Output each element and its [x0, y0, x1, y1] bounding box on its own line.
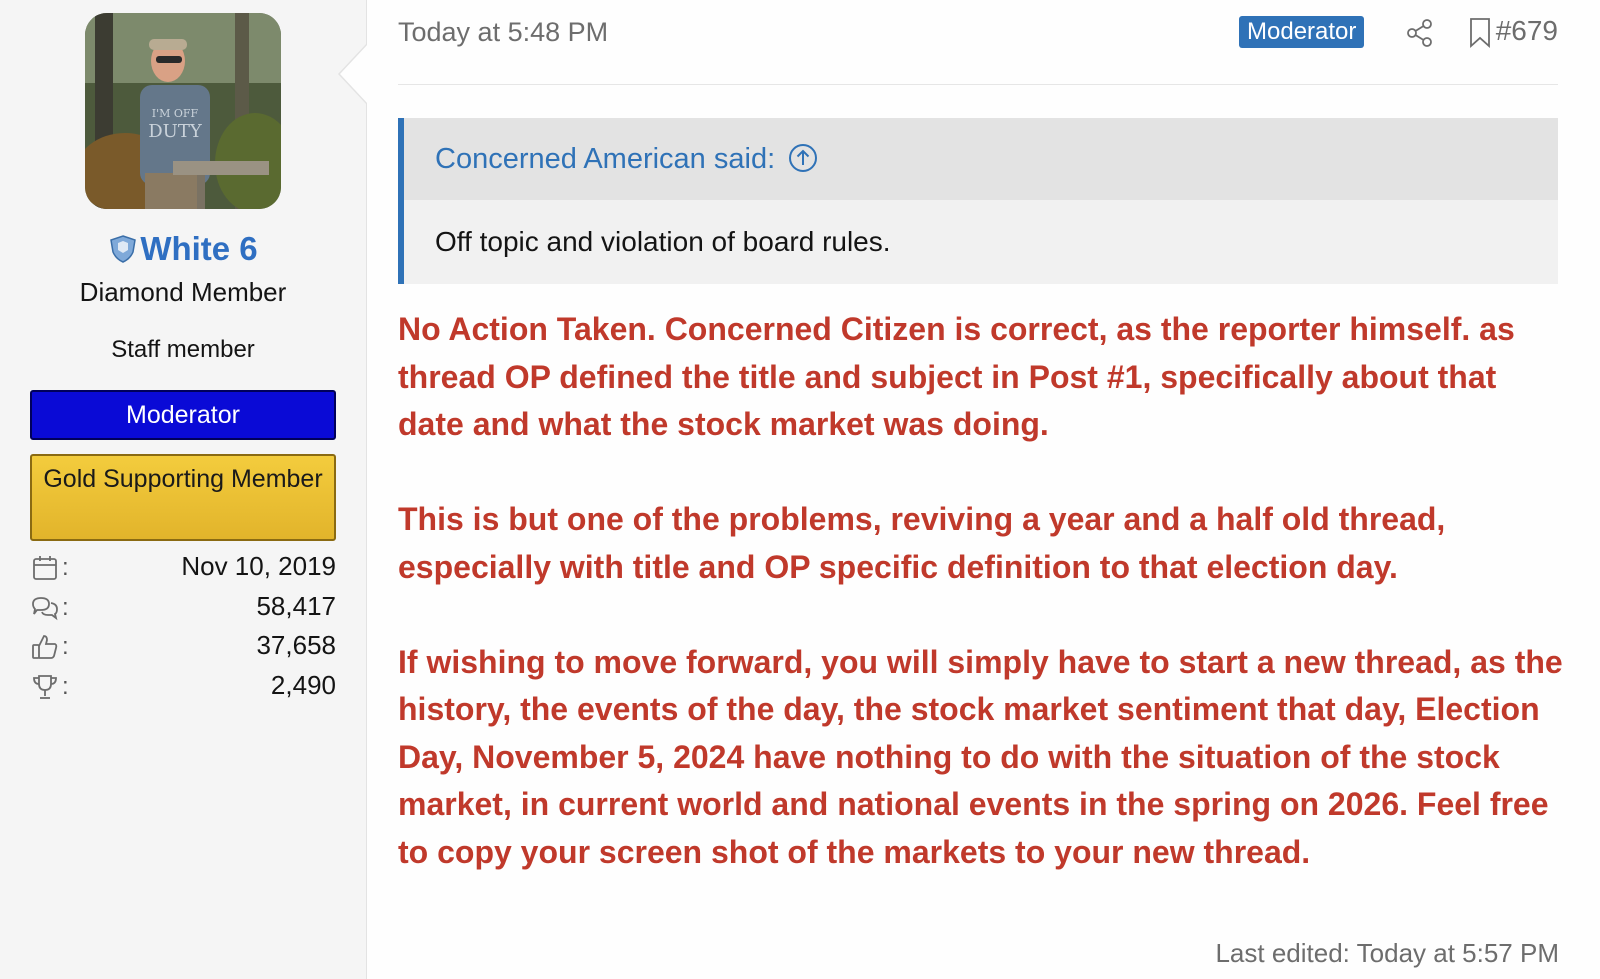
stat-points-value: 2,490	[270, 669, 336, 700]
message-paragraph: No Action Taken. Concerned Citizen is co…	[398, 311, 1515, 442]
thumbs-up-icon	[30, 632, 60, 662]
bookmark-icon[interactable]	[1466, 16, 1494, 50]
messages-icon	[30, 593, 60, 623]
stat-messages-value: 58,417	[256, 590, 336, 621]
quote-block: Concerned American said: Off topic and v…	[398, 118, 1558, 284]
svg-text:DUTY: DUTY	[148, 121, 203, 142]
trophy-icon	[30, 672, 60, 702]
post-date-link[interactable]: Today at 5:48 PM	[398, 17, 608, 48]
stat-joined: : Nov 10, 2019	[30, 548, 336, 588]
gold-supporting-banner: Gold Supporting Member	[30, 454, 336, 541]
moderator-banner: Moderator	[30, 390, 336, 440]
quote-text: Off topic and violation of board rules.	[435, 226, 891, 257]
quote-header[interactable]: Concerned American said:	[404, 118, 1558, 200]
last-edited: Last edited: Today at 5:57 PM	[1215, 938, 1559, 968]
stat-reactions: : 37,658	[30, 627, 336, 667]
forum-post: I'M OFF DUTY White 6 Diamond Member Staf…	[0, 0, 1600, 979]
stat-messages: : 58,417	[30, 588, 336, 628]
user-title: Diamond Member	[79, 277, 287, 307]
stat-colon: :	[62, 633, 69, 660]
moderator-badge: Moderator	[1239, 16, 1365, 48]
user-stats: : Nov 10, 2019 : 58,417: 37,658: 2,490	[30, 548, 336, 706]
message-content: Today at 5:48 PM Moderator #679 Concerne…	[367, 0, 1600, 979]
stat-colon: :	[62, 593, 69, 621]
message-paragraph: This is but one of the problems, revivin…	[398, 501, 1446, 585]
staff-label: Staff member	[111, 336, 255, 363]
stat-colon: :	[62, 672, 69, 700]
stat-joined-value: Nov 10, 2019	[181, 551, 336, 581]
stat-colon: :	[62, 554, 69, 581]
share-icon[interactable]	[1404, 17, 1436, 49]
calendar-icon	[30, 553, 60, 583]
arrow-up-circle-icon[interactable]	[787, 124, 819, 206]
stat-reactions-value: 37,658	[256, 630, 336, 660]
post-number-link[interactable]: #679	[1496, 15, 1558, 47]
username-text: White 6	[140, 230, 258, 267]
user-info-panel: I'M OFF DUTY White 6 Diamond Member Staf…	[0, 0, 367, 979]
stat-points: : 2,490	[30, 667, 336, 707]
moderator-shield-icon	[108, 234, 138, 272]
message-paragraph: If wishing to move forward, you will sim…	[398, 643, 1563, 870]
message-pointer-fill	[340, 44, 368, 104]
message-header: Today at 5:48 PM Moderator #679	[398, 0, 1558, 85]
svg-text:I'M OFF: I'M OFF	[152, 107, 199, 120]
quote-author[interactable]: Concerned American said:	[435, 143, 775, 175]
username-link[interactable]: White 6	[0, 230, 366, 272]
avatar[interactable]: I'M OFF DUTY	[85, 13, 281, 209]
message-body: No Action Taken. Concerned Citizen is co…	[398, 306, 1568, 924]
